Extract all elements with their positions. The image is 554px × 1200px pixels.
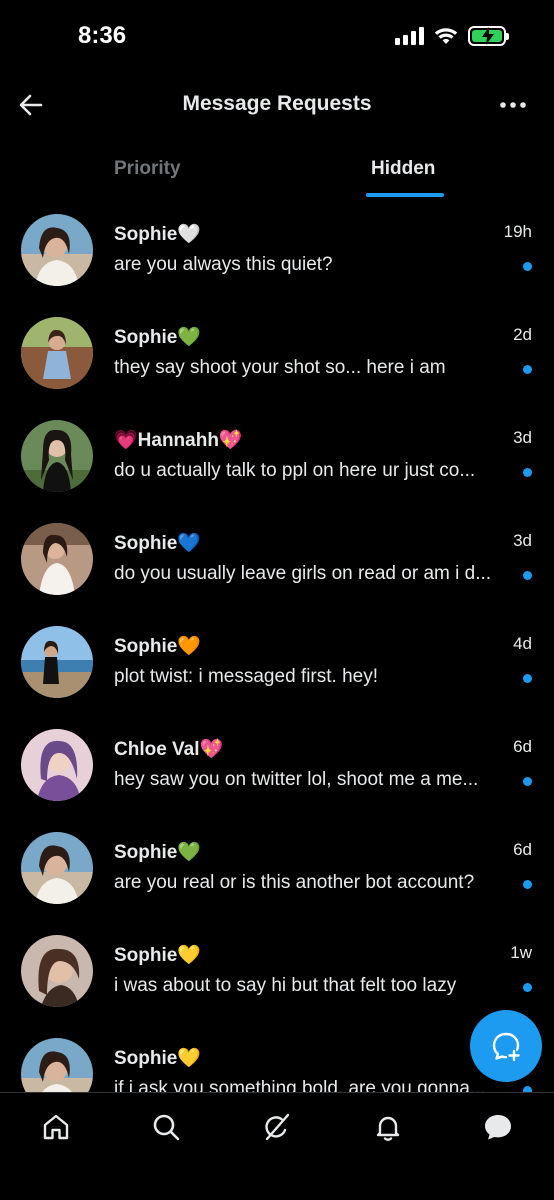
conversation-row[interactable]: Sophie🤍 19h are you always this quiet?: [0, 200, 554, 303]
unread-indicator: [523, 571, 532, 580]
message-preview: i was about to say hi but that felt too …: [114, 975, 457, 996]
message-preview: hey saw you on twitter lol, shoot me a m…: [114, 769, 479, 790]
sender-name: Sophie💛: [114, 1048, 201, 1069]
message-time: 2d: [513, 325, 532, 344]
avatar: [21, 523, 93, 595]
message-preview: are you real or is this another bot acco…: [114, 872, 475, 893]
message-time: 19h: [503, 222, 532, 241]
avatar: [21, 1038, 93, 1092]
message-preview: are you always this quiet?: [114, 254, 333, 275]
status-time: 8:36: [78, 22, 127, 49]
more-options-button[interactable]: [498, 92, 528, 118]
tab-selected-indicator: [366, 193, 444, 197]
avatar: [21, 935, 93, 1007]
nav-notifications[interactable]: [368, 1109, 408, 1145]
message-preview: do u actually talk to ppl on here ur jus…: [114, 460, 476, 481]
sender-name: Sophie💚: [114, 327, 201, 348]
unread-indicator: [523, 468, 532, 477]
search-icon: [153, 1114, 180, 1141]
message-time: 6d: [513, 737, 532, 756]
bell-icon: [376, 1116, 400, 1141]
status-bar: 8:36: [0, 0, 554, 76]
nav-home[interactable]: [36, 1109, 76, 1145]
new-message-button[interactable]: [470, 1010, 542, 1082]
sender-name: Chloe Val💖: [114, 739, 224, 760]
message-time: 1w: [510, 943, 532, 962]
message-time: 6d: [513, 840, 532, 859]
message-preview: plot twist: i messaged first. hey!: [114, 666, 378, 687]
message-preview: if i ask you something bold, are you gon…: [114, 1078, 486, 1092]
bottom-navigation: [0, 1092, 554, 1200]
message-time: 4d: [513, 634, 532, 653]
tab-hidden[interactable]: Hidden: [371, 158, 435, 180]
unread-indicator: [523, 880, 532, 889]
tab-bar: Priority Hidden: [0, 146, 554, 198]
avatar: [21, 214, 93, 286]
sender-name: Sophie🤍: [114, 224, 201, 245]
message-preview: do you usually leave girls on read or am…: [114, 563, 492, 584]
conversation-row[interactable]: 💗Hannahh💖 3d do u actually talk to ppl o…: [0, 406, 554, 509]
nav-grok[interactable]: [257, 1109, 297, 1145]
conversation-list[interactable]: Sophie🤍 19h are you always this quiet? S…: [0, 200, 554, 1092]
avatar: [21, 832, 93, 904]
grok-icon: [265, 1113, 290, 1141]
sender-name: Sophie💚: [114, 842, 201, 863]
messages-icon: [485, 1115, 511, 1140]
battery-icon: [468, 26, 509, 46]
tab-priority[interactable]: Priority: [114, 158, 181, 180]
conversation-row[interactable]: Sophie💚 2d they say shoot your shot so..…: [0, 303, 554, 406]
header: Message Requests: [0, 76, 554, 134]
sender-name: Sophie💙: [114, 533, 201, 554]
nav-search[interactable]: [146, 1109, 186, 1145]
avatar: [21, 626, 93, 698]
page-title: Message Requests: [182, 92, 372, 115]
ellipsis-icon: [500, 102, 526, 108]
sender-name: 💗Hannahh💖: [114, 430, 243, 451]
sender-name: Sophie🧡: [114, 636, 201, 657]
message-time: 3d: [513, 531, 532, 550]
cellular-signal-icon: [395, 27, 424, 45]
unread-indicator: [523, 674, 532, 683]
conversation-row[interactable]: Sophie💛 1w i was about to say hi but tha…: [0, 921, 554, 1024]
sender-name: Sophie💛: [114, 945, 201, 966]
nav-messages[interactable]: [478, 1109, 518, 1145]
conversation-row[interactable]: Sophie💚 6d are you real or is this anoth…: [0, 818, 554, 921]
unread-indicator: [523, 365, 532, 374]
new-message-icon: [492, 1032, 520, 1062]
unread-indicator: [523, 777, 532, 786]
unread-indicator: [523, 983, 532, 992]
status-icons: [395, 26, 509, 46]
home-icon: [43, 1114, 69, 1140]
avatar: [21, 317, 93, 389]
message-time: 3d: [513, 428, 532, 447]
home-indicator: [207, 1185, 347, 1190]
avatar: [21, 729, 93, 801]
unread-indicator: [523, 262, 532, 271]
avatar: [21, 420, 93, 492]
conversation-row[interactable]: Chloe Val💖 6d hey saw you on twitter lol…: [0, 715, 554, 818]
conversation-row[interactable]: Sophie💙 3d do you usually leave girls on…: [0, 509, 554, 612]
message-preview: they say shoot your shot so... here i am: [114, 357, 446, 378]
conversation-row[interactable]: Sophie🧡 4d plot twist: i messaged first.…: [0, 612, 554, 715]
wifi-icon: [434, 28, 458, 44]
